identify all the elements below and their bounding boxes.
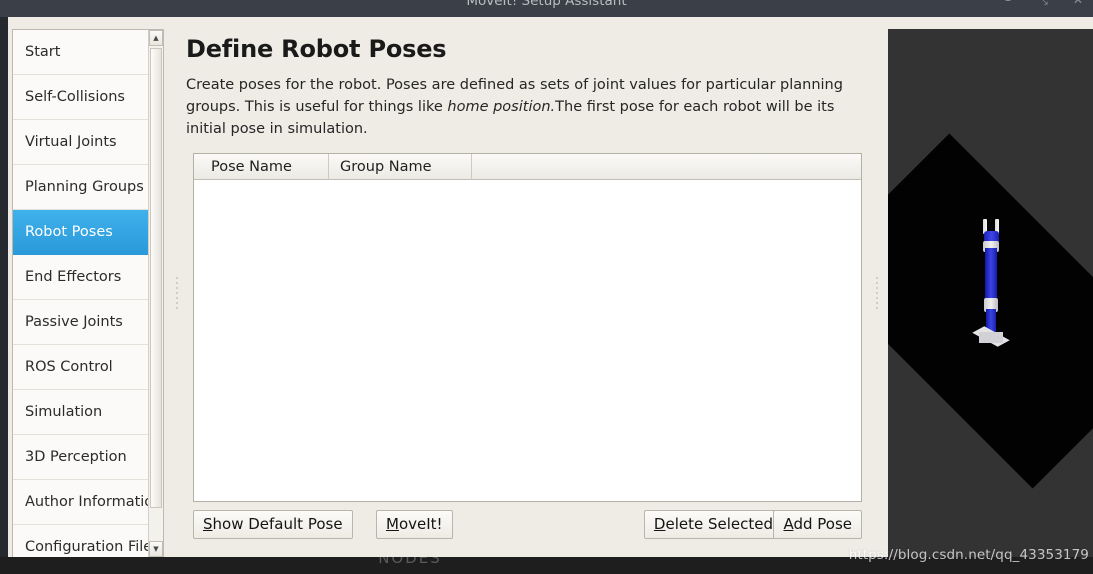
window-title: MoveIt! Setup Assistant (466, 0, 627, 9)
sidebar-item-label: 3D Perception (25, 449, 127, 465)
label-rest: dd Pose (793, 515, 852, 533)
page-description: Create poses for the robot. Poses are de… (186, 74, 858, 140)
sidebar-item-label: Virtual Joints (25, 134, 117, 150)
sidebar: Start Self-Collisions Virtual Joints Pla… (12, 29, 164, 558)
action-button-row: Show Default Pose MoveIt! Delete Selecte… (193, 510, 862, 540)
splitter-dot (875, 277, 878, 279)
sidebar-item-label: Author Information (25, 494, 163, 510)
sidebar-item-planning-groups[interactable]: Planning Groups (13, 165, 163, 210)
sidebar-item-label: Passive Joints (25, 314, 123, 330)
splitter-dot (175, 307, 178, 309)
sidebar-nav-list: Start Self-Collisions Virtual Joints Pla… (13, 30, 163, 557)
delete-selected-button[interactable]: Delete Selected (643, 510, 783, 539)
robot-link-upper (984, 248, 997, 300)
sidebar-item-label: Start (25, 44, 61, 60)
scroll-up-arrow-icon[interactable]: ▲ (149, 30, 163, 46)
maximize-icon[interactable]: ⤡ (1036, 0, 1050, 9)
mnemonic: S (203, 515, 213, 533)
sidebar-item-label: Simulation (25, 404, 103, 420)
sidebar-item-virtual-joints[interactable]: Virtual Joints (13, 120, 163, 165)
robot-base-block (978, 332, 1003, 343)
scroll-down-arrow-icon[interactable]: ▼ (149, 541, 163, 557)
mnemonic: M (386, 515, 399, 533)
sidebar-item-passive-joints[interactable]: Passive Joints (13, 300, 163, 345)
main-content: Define Robot Poses Create poses for the … (186, 29, 862, 549)
splitter-left[interactable] (172, 29, 181, 557)
splitter-dot (875, 282, 878, 284)
page-title: Define Robot Poses (186, 35, 447, 63)
moveit-button[interactable]: MoveIt! (376, 510, 453, 539)
splitter-dot (175, 287, 178, 289)
splitter-dot (875, 302, 878, 304)
sidebar-item-label: Robot Poses (25, 224, 113, 240)
table-body-empty[interactable] (194, 180, 861, 501)
splitter-dot (875, 307, 878, 309)
splitter-dot (175, 277, 178, 279)
splitter-dot (175, 302, 178, 304)
sidebar-item-label: Planning Groups (25, 179, 144, 195)
poses-table[interactable]: Pose Name Group Name (193, 153, 862, 502)
robot-3d-view[interactable] (888, 29, 1093, 557)
table-header-row: Pose Name Group Name (194, 154, 861, 180)
description-emphasis: home position. (447, 99, 556, 115)
sidebar-item-start[interactable]: Start (13, 30, 163, 75)
sidebar-item-label: Configuration Files (25, 539, 160, 555)
label-rest: how Default Pose (212, 515, 343, 533)
title-bar: MoveIt! Setup Assistant – ⤡ ✕ (0, 0, 1093, 17)
add-pose-button[interactable]: Add Pose (773, 510, 862, 539)
splitter-dot (175, 282, 178, 284)
sidebar-item-simulation[interactable]: Simulation (13, 390, 163, 435)
splitter-dot (875, 292, 878, 294)
sidebar-item-end-effectors[interactable]: End Effectors (13, 255, 163, 300)
sidebar-item-author-information[interactable]: Author Information (13, 480, 163, 525)
label-rest: oveIt! (398, 515, 443, 533)
nodes-label: NODES (378, 557, 442, 567)
splitter-dot (875, 297, 878, 299)
splitter-right[interactable] (872, 29, 881, 557)
sidebar-scrollbar[interactable]: ▲ ▼ (148, 30, 163, 557)
scrollbar-thumb[interactable] (150, 48, 162, 508)
sidebar-item-self-collisions[interactable]: Self-Collisions (13, 75, 163, 120)
mnemonic: A (783, 515, 794, 533)
splitter-dot (175, 292, 178, 294)
minimize-icon[interactable]: – (1001, 0, 1015, 9)
column-header-filler (472, 154, 861, 179)
splitter-dot (175, 297, 178, 299)
robot-model (965, 219, 1017, 347)
column-header-pose-name[interactable]: Pose Name (194, 154, 329, 179)
window-frame-left (0, 17, 8, 557)
column-header-group-name[interactable]: Group Name (329, 154, 472, 179)
window-controls: – ⤡ ✕ (1001, 0, 1085, 9)
sidebar-item-label: End Effectors (25, 269, 122, 285)
sidebar-item-label: ROS Control (25, 359, 113, 375)
sidebar-item-configuration-files[interactable]: Configuration Files (13, 525, 163, 557)
show-default-pose-button[interactable]: Show Default Pose (193, 510, 353, 539)
moveit-setup-assistant-window: MoveIt! Setup Assistant – ⤡ ✕ Start Self… (0, 0, 1093, 574)
sidebar-item-3d-perception[interactable]: 3D Perception (13, 435, 163, 480)
splitter-dot (875, 287, 878, 289)
sidebar-item-label: Self-Collisions (25, 89, 125, 105)
mnemonic: D (653, 515, 666, 533)
label-rest: elete Selected (665, 515, 773, 533)
sidebar-item-robot-poses[interactable]: Robot Poses (13, 210, 163, 255)
sidebar-item-ros-control[interactable]: ROS Control (13, 345, 163, 390)
close-icon[interactable]: ✕ (1071, 0, 1085, 9)
watermark: https://blog.csdn.net/qq_43353179 (848, 547, 1089, 563)
